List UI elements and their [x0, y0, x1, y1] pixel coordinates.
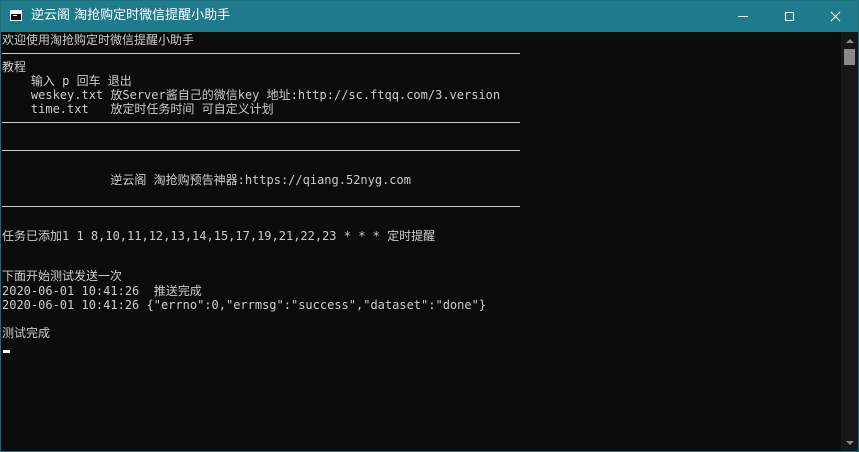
vertical-scrollbar[interactable] — [841, 32, 858, 451]
console-line-time-hint: time.txt 放定时任务时间 可自定义计划 — [2, 102, 274, 116]
console-output[interactable]: 欢迎使用淘抢购定时微信提醒小助手 教程 输入 p 回车 退出 weskey.tx… — [2, 32, 841, 451]
maximize-button[interactable] — [766, 1, 812, 32]
close-icon — [829, 11, 841, 23]
scroll-up-arrow-icon[interactable] — [841, 32, 858, 49]
scrollbar-thumb[interactable] — [844, 49, 855, 65]
console-line-promo: 逆云阁 淘抢购预告神器:https://qiang.52nyg.com — [2, 173, 411, 187]
scroll-down-arrow-icon[interactable] — [841, 434, 858, 451]
close-button[interactable] — [812, 1, 858, 32]
console-line-test-start: 下面开始测试发送一次 — [2, 269, 123, 283]
title-bar[interactable]: 逆云阁 淘抢购定时微信提醒小助手 — [1, 1, 858, 32]
console-window: 逆云阁 淘抢购定时微信提醒小助手 欢迎使用淘抢购定时微信提醒小助手 教程 输入 … — [0, 0, 859, 452]
minimize-button[interactable] — [720, 1, 766, 32]
console-window-icon[interactable] — [10, 10, 22, 21]
console-line-test-done: 测试完成 — [2, 326, 51, 340]
text-cursor — [3, 350, 10, 353]
console-line-welcome: 欢迎使用淘抢购定时微信提醒小助手 — [2, 33, 195, 47]
window-title: 逆云阁 淘抢购定时微信提醒小助手 — [31, 8, 231, 23]
console-line-response: 2020-06-01 10:41:26 {"errno":0,"errmsg":… — [2, 298, 487, 312]
console-line-task-added: 任务已添加1 1 8,10,11,12,13,14,15,17,19,21,22… — [2, 229, 436, 243]
divider-line — [2, 122, 520, 123]
minimize-icon — [738, 16, 748, 17]
divider-line — [2, 206, 520, 207]
divider-line — [2, 53, 520, 54]
divider-line — [2, 150, 520, 151]
maximize-icon — [784, 12, 794, 21]
